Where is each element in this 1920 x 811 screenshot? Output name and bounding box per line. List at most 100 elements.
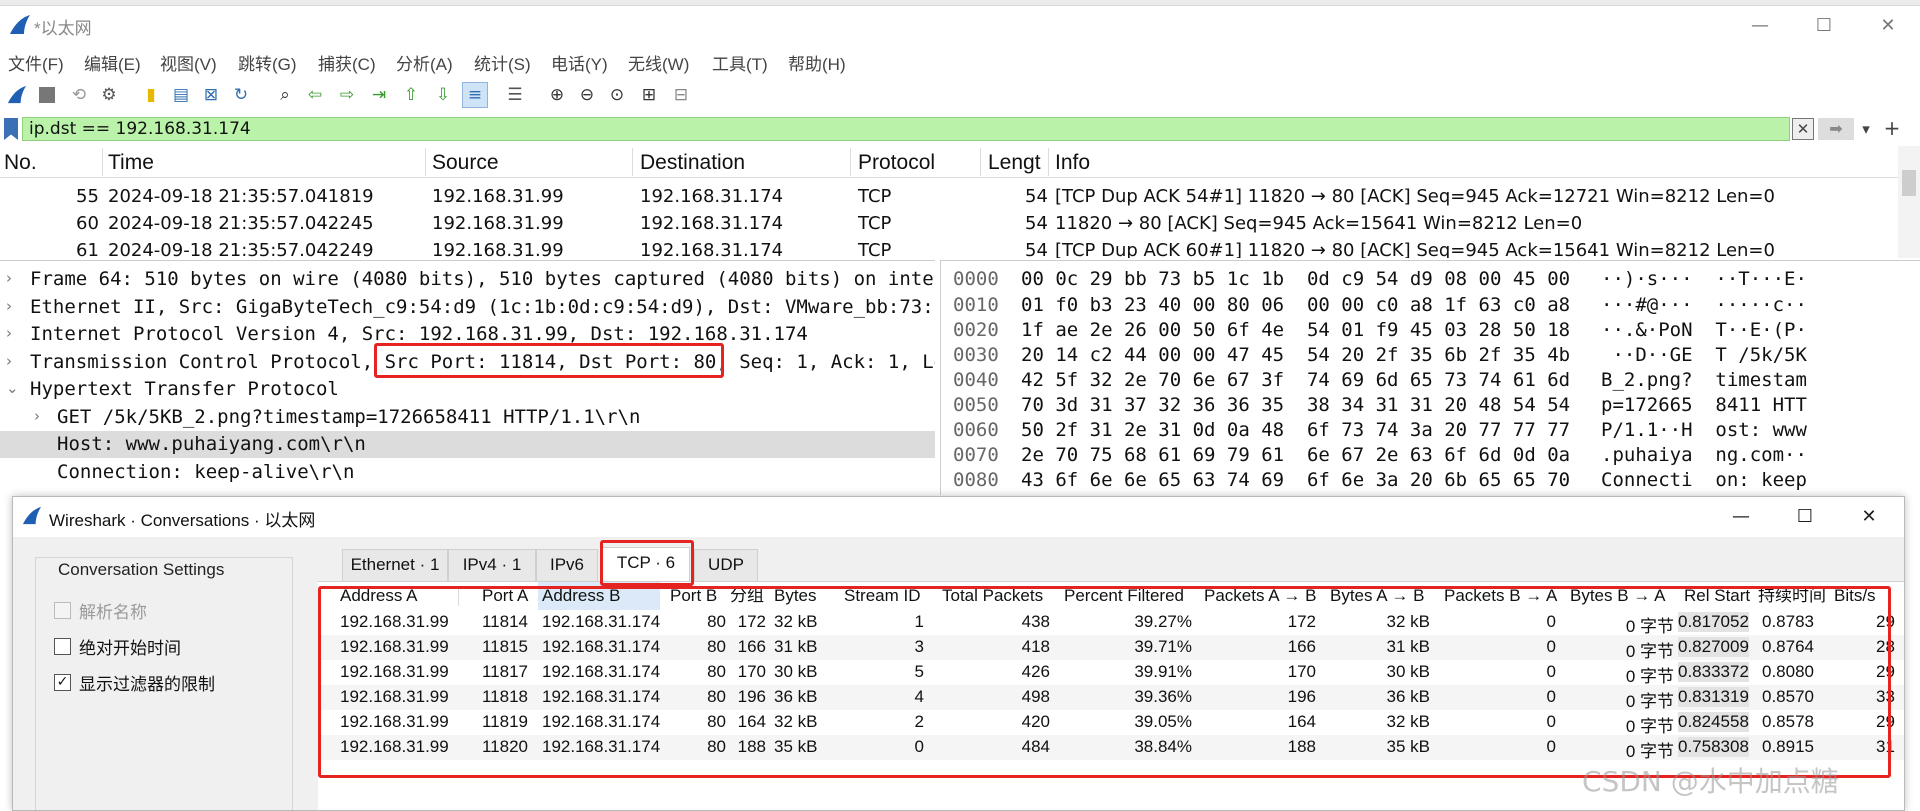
conversation-row[interactable]: 192.168.31.99 11817 192.168.31.174 80 17… [318,660,1904,686]
menu-capture[interactable]: 捕获(C) [318,50,376,75]
reload-icon[interactable]: ↻ [228,82,254,108]
stop-icon[interactable] [34,82,60,108]
minimize-button[interactable]: — [1740,12,1780,40]
scrollbar-thumb[interactable] [1902,170,1916,196]
detail-http-connection[interactable]: Connection: keep-alive\r\n [0,459,935,486]
conversation-row[interactable]: 192.168.31.99 11814 192.168.31.174 80 17… [318,610,1904,636]
col-packets[interactable]: 分组 [730,582,764,610]
detail-http-host[interactable]: Host: www.puhaiyang.com\r\n [0,431,935,458]
col-no[interactable]: No. [4,151,37,175]
detail-http[interactable]: ⌄ Hypertext Transfer Protocol [0,376,935,403]
layout-icon[interactable]: ⊟ [668,82,694,108]
autoscroll-icon[interactable]: ≡ [462,82,488,108]
maximize-button[interactable]: ☐ [1804,12,1844,40]
colorize-icon[interactable]: ☰ [502,82,528,108]
menu-edit[interactable]: 编辑(E) [84,50,141,75]
hex-row[interactable]: 0030 20 14 c2 44 00 00 47 45 54 20 2f 35 … [941,342,1920,369]
close-button[interactable]: ✕ [1868,12,1908,40]
restart-icon[interactable]: ⟲ [66,82,92,108]
col-info[interactable]: Info [1055,151,1090,175]
tab-ethernet[interactable]: Ethernet · 1 [342,549,448,581]
hex-row[interactable]: 0000 00 0c 29 bb 73 b5 1c 1b 0d c9 54 d9 … [941,266,1920,293]
detail-frame[interactable]: › Frame 64: 510 bytes on wire (4080 bits… [0,266,935,293]
col-address-a[interactable]: Address A [340,582,418,610]
packet-row[interactable]: 55 2024-09-18 21:35:57.041819 192.168.31… [0,183,1900,210]
packet-row[interactable]: 60 2024-09-18 21:35:57.042245 192.168.31… [0,210,1900,237]
col-packets-b-a[interactable]: Packets B → A [1444,582,1557,610]
go-forward-icon[interactable]: ⇨ [334,82,360,108]
zoom-in-icon[interactable]: ⊕ [544,82,570,108]
shark-fin-start-icon[interactable] [4,82,30,108]
col-bytes[interactable]: Bytes [774,582,817,610]
expand-arrow-icon[interactable]: › [6,324,12,342]
menu-view[interactable]: 视图(V) [160,50,217,75]
zoom-out-icon[interactable]: ⊖ [574,82,600,108]
add-filter-button-icon[interactable]: + [1882,115,1902,141]
expand-arrow-icon[interactable]: › [34,407,40,425]
hex-row[interactable]: 0070 2e 70 75 68 61 69 79 61 6e 67 2e 63 … [941,442,1920,469]
menu-help[interactable]: 帮助(H) [788,50,846,75]
col-port-b[interactable]: Port B [670,582,717,610]
packet-list-scrollbar[interactable] [1898,146,1920,258]
go-last-icon[interactable]: ⇩ [430,82,456,108]
zoom-normal-icon[interactable]: ⊙ [604,82,630,108]
col-bits-per-sec[interactable]: Bits/s [1834,582,1876,610]
display-filter-input[interactable]: ip.dst == 192.168.31.174 [22,117,1790,141]
expand-arrow-icon[interactable]: › [6,269,12,287]
conversation-row[interactable]: 192.168.31.99 11818 192.168.31.174 80 19… [318,685,1904,711]
open-file-icon[interactable]: ▮ [138,82,164,108]
col-protocol[interactable]: Protocol [858,151,935,175]
menu-file[interactable]: 文件(F) [8,50,64,75]
detail-ethernet[interactable]: › Ethernet II, Src: GigaByteTech_c9:54:d… [0,294,935,321]
packet-row[interactable]: 61 2024-09-18 21:35:57.042249 192.168.31… [0,237,1900,258]
detail-http-request-line[interactable]: › GET /5k/5KB_2.png?timestamp=1726658411… [0,404,935,431]
col-packets-a-b[interactable]: Packets A → B [1204,582,1316,610]
menu-statistics[interactable]: 统计(S) [474,50,531,75]
collapse-arrow-icon[interactable]: ⌄ [6,379,19,397]
col-time[interactable]: Time [108,151,154,175]
filter-dropdown-icon[interactable]: ▾ [1858,118,1874,140]
col-percent-filtered[interactable]: Percent Filtered [1064,582,1184,610]
menu-analyze[interactable]: 分析(A) [396,50,453,75]
col-port-a[interactable]: Port A [482,582,528,610]
hex-row[interactable]: 0080 43 6f 6e 6e 65 63 74 69 6f 6e 3a 20 … [941,467,1920,494]
go-first-icon[interactable]: ⇧ [398,82,424,108]
apply-filter-icon[interactable]: ➡ [1818,118,1854,140]
expand-arrow-icon[interactable]: › [6,297,12,315]
col-bytes-a-b[interactable]: Bytes A → B [1330,582,1425,610]
dialog-minimize-button[interactable]: — [1721,503,1761,531]
tab-ipv6[interactable]: IPv6 [536,549,598,581]
tab-udp[interactable]: UDP [694,549,758,581]
save-file-icon[interactable]: ▤ [168,82,194,108]
capture-options-icon[interactable]: ⚙ [96,82,122,108]
col-stream-id[interactable]: Stream ID [844,582,921,610]
go-back-icon[interactable]: ⇦ [302,82,328,108]
conversation-row[interactable]: 192.168.31.99 11820 192.168.31.174 80 18… [318,735,1904,761]
menu-wireless[interactable]: 无线(W) [628,50,689,75]
conversation-row[interactable]: 192.168.31.99 11819 192.168.31.174 80 16… [318,710,1904,736]
col-bytes-b-a[interactable]: Bytes B → A [1570,582,1665,610]
col-duration[interactable]: 持续时间 [1758,582,1826,610]
hex-row[interactable]: 0040 42 5f 32 2e 70 6e 67 3f 74 69 6d 65 … [941,367,1920,394]
col-source[interactable]: Source [432,151,499,175]
go-to-packet-icon[interactable]: ⇥ [366,82,392,108]
find-icon[interactable]: ⌕ [272,82,298,108]
menu-tools[interactable]: 工具(T) [712,50,768,75]
conversation-row[interactable]: 192.168.31.99 11815 192.168.31.174 80 16… [318,635,1904,661]
col-address-b[interactable]: Address B [538,582,660,610]
dialog-maximize-button[interactable]: ☐ [1785,503,1825,531]
col-total-packets[interactable]: Total Packets [942,582,1043,610]
hex-row[interactable]: 0060 50 2f 31 2e 31 0d 0a 48 6f 73 74 3a … [941,417,1920,444]
bookmark-icon[interactable] [4,118,18,140]
limit-display-filter-checkbox[interactable]: ✓ 显示过滤器的限制 [54,670,215,695]
absolute-start-checkbox[interactable]: 绝对开始时间 [54,634,181,659]
tab-tcp[interactable]: TCP · 6 [602,547,690,582]
close-file-icon[interactable]: ⊠ [198,82,224,108]
expand-arrow-icon[interactable]: › [6,352,12,370]
resolve-names-checkbox[interactable]: 解析名称 [54,598,147,623]
hex-row[interactable]: 0020 1f ae 2e 26 00 50 6f 4e 54 01 f9 45 … [941,317,1920,344]
col-rel-start[interactable]: Rel Start [1684,582,1750,610]
hex-row[interactable]: 0010 01 f0 b3 23 40 00 80 06 00 00 c0 a8 … [941,292,1920,319]
col-destination[interactable]: Destination [640,151,745,175]
tab-ipv4[interactable]: IPv4 · 1 [448,549,536,581]
